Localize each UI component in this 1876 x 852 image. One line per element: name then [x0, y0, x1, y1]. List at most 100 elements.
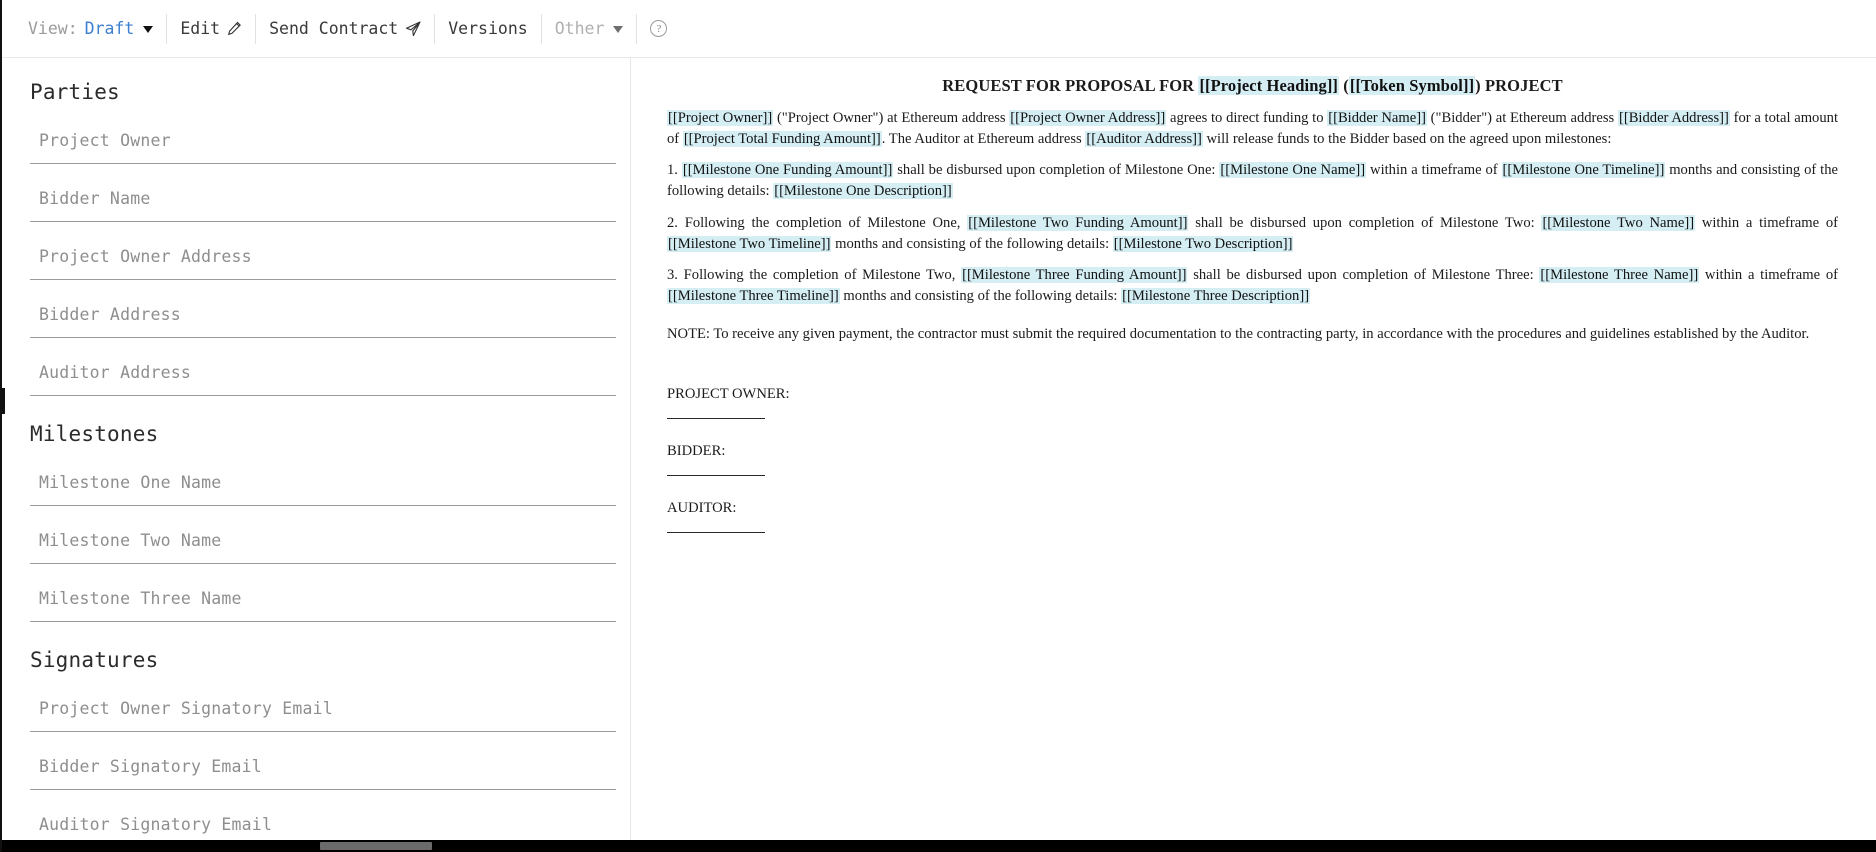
text-run: . The Auditor at Ethereum address: [881, 130, 1086, 147]
field-bidder-address[interactable]: Bidder Address: [30, 292, 616, 338]
section-title-milestones: Milestones: [30, 422, 159, 446]
sidebar-edge-marker: [2, 388, 5, 414]
text-run: within a timeframe of: [1695, 214, 1838, 231]
send-contract-button[interactable]: Send Contract: [256, 13, 436, 44]
title-text: (: [1339, 76, 1349, 95]
contract-preview[interactable]: REQUEST FOR PROPOSAL FOR [[Project Headi…: [632, 58, 1876, 840]
variable-auditor-address[interactable]: [[Auditor Address]]: [1085, 130, 1203, 147]
signature-label-bidder: BIDDER:: [667, 443, 726, 460]
horizontal-scrollbar-thumb[interactable]: [320, 842, 432, 850]
text-run: months and consisting of the following d…: [839, 288, 1122, 305]
view-label: View:: [28, 19, 78, 38]
signature-line-project-owner[interactable]: [667, 417, 765, 420]
field-project-owner-address[interactable]: Project Owner Address: [30, 234, 616, 280]
field-project-owner-signatory-email[interactable]: Project Owner Signatory Email: [30, 686, 616, 732]
variable-milestone-one-description[interactable]: [[Milestone One Description]]: [773, 183, 953, 200]
text-run: 3. Following the completion of Milestone…: [667, 267, 962, 284]
variable-milestone-three-timeline[interactable]: [[Milestone Three Timeline]]: [667, 288, 840, 305]
variable-milestone-two-description[interactable]: [[Milestone Two Description]]: [1112, 235, 1294, 252]
form-sidebar[interactable]: Parties Project Owner Bidder Name Projec…: [2, 58, 631, 840]
variable-token-symbol[interactable]: [[Token Symbol]]: [1348, 76, 1476, 95]
variable-milestone-one-funding-amount[interactable]: [[Milestone One Funding Amount]]: [681, 162, 894, 179]
field-bidder-signatory-email[interactable]: Bidder Signatory Email: [30, 744, 616, 790]
variable-milestone-two-funding-amount[interactable]: [[Milestone Two Funding Amount]]: [967, 214, 1189, 231]
variable-milestone-three-name[interactable]: [[Milestone Three Name]]: [1539, 267, 1700, 284]
field-placeholder: Project Owner Address: [39, 247, 252, 266]
variable-milestone-one-timeline[interactable]: [[Milestone One Timeline]]: [1501, 162, 1666, 179]
field-placeholder: Bidder Signatory Email: [39, 757, 262, 776]
variable-milestone-three-funding-amount[interactable]: [[Milestone Three Funding Amount]]: [961, 267, 1188, 284]
text-run: ("Project Owner") at Ethereum address: [773, 110, 1010, 126]
text-run: shall be disbursed upon completion of Mi…: [893, 162, 1220, 179]
signature-line-auditor[interactable]: [667, 531, 765, 534]
variable-project-heading[interactable]: [[Project Heading]]: [1198, 76, 1340, 95]
text-run: 1.: [667, 162, 682, 179]
view-selector[interactable]: View: Draft: [28, 13, 168, 44]
signature-line-bidder[interactable]: [667, 474, 765, 477]
field-milestone-two-name[interactable]: Milestone Two Name: [30, 518, 616, 564]
field-placeholder: Project Owner Signatory Email: [39, 699, 333, 718]
send-contract-label: Send Contract: [269, 19, 399, 38]
contract-paragraph-milestone-one: 1. [[Milestone One Funding Amount]] shal…: [667, 160, 1838, 201]
contract-note: NOTE: To receive any given payment, the …: [667, 325, 1810, 342]
variable-milestone-one-name[interactable]: [[Milestone One Name]]: [1219, 162, 1367, 179]
variable-milestone-two-timeline[interactable]: [[Milestone Two Timeline]]: [667, 235, 832, 252]
pencil-icon: [227, 21, 242, 36]
field-placeholder: Milestone One Name: [39, 473, 222, 492]
field-placeholder: Project Owner: [39, 131, 171, 150]
field-milestone-one-name[interactable]: Milestone One Name: [30, 460, 616, 506]
text-run: ("Bidder") at Ethereum address: [1426, 110, 1618, 126]
variable-milestone-two-name[interactable]: [[Milestone Two Name]]: [1541, 214, 1696, 231]
variable-project-owner[interactable]: [[Project Owner]]: [667, 110, 774, 126]
variable-milestone-three-description[interactable]: [[Milestone Three Description]]: [1121, 288, 1311, 305]
edit-button[interactable]: Edit: [167, 13, 257, 44]
title-text: ) PROJECT: [1475, 76, 1563, 95]
signature-label-auditor: AUDITOR:: [667, 500, 737, 517]
field-placeholder: Bidder Name: [39, 189, 151, 208]
paper-plane-icon: [405, 20, 421, 37]
field-placeholder: Milestone Two Name: [39, 531, 222, 550]
contract-paragraph-parties: [[Project Owner]] ("Project Owner") at E…: [667, 108, 1838, 149]
variable-bidder-name[interactable]: [[Bidder Name]]: [1327, 110, 1427, 126]
text-run: 2. Following the completion of Milestone…: [667, 214, 968, 231]
signature-block: PROJECT OWNER: BIDDER: AUDITOR:: [667, 386, 1838, 534]
field-placeholder: Auditor Address: [39, 363, 192, 382]
chevron-down-icon: [143, 26, 154, 33]
text-run: within a timeframe of: [1699, 267, 1838, 284]
field-placeholder: Auditor Signatory Email: [39, 815, 273, 834]
contract-paragraph-milestone-three: 3. Following the completion of Milestone…: [667, 265, 1838, 306]
horizontal-scrollbar[interactable]: [2, 840, 1876, 852]
chevron-down-icon: [613, 26, 624, 33]
field-auditor-address[interactable]: Auditor Address: [30, 350, 616, 396]
versions-button[interactable]: Versions: [435, 13, 542, 44]
text-run: shall be disbursed upon completion of Mi…: [1187, 267, 1540, 284]
variable-bidder-address[interactable]: [[Bidder Address]]: [1617, 110, 1730, 126]
text-run: will release funds to the Bidder based o…: [1202, 130, 1612, 147]
variable-project-total-funding-amount[interactable]: [[Project Total Funding Amount]]: [682, 130, 882, 147]
variable-project-owner-address[interactable]: [[Project Owner Address]]: [1009, 110, 1167, 126]
text-run: agrees to direct funding to: [1166, 110, 1328, 126]
edit-label: Edit: [180, 19, 221, 38]
contract-editor-app: View: Draft Edit Send Contract Versions: [0, 0, 1876, 852]
help-button[interactable]: ?: [637, 14, 673, 44]
signature-label-project-owner: PROJECT OWNER:: [667, 386, 790, 403]
field-project-owner[interactable]: Project Owner: [30, 118, 616, 164]
contract-title: REQUEST FOR PROPOSAL FOR [[Project Headi…: [667, 76, 1838, 96]
field-milestone-three-name[interactable]: Milestone Three Name: [30, 576, 616, 622]
other-label: Other: [554, 19, 605, 38]
contract-paragraph-milestone-two: 2. Following the completion of Milestone…: [667, 213, 1838, 254]
other-menu[interactable]: Other: [542, 13, 638, 44]
field-auditor-signatory-email[interactable]: Auditor Signatory Email: [30, 802, 616, 840]
top-toolbar: View: Draft Edit Send Contract Versions: [2, 0, 1876, 58]
field-bidder-name[interactable]: Bidder Name: [30, 176, 616, 222]
text-run: within a timeframe of: [1366, 162, 1502, 179]
text-run: shall be disbursed upon completion of Mi…: [1188, 214, 1542, 231]
section-title-parties: Parties: [30, 80, 120, 104]
view-value: Draft: [84, 19, 135, 38]
